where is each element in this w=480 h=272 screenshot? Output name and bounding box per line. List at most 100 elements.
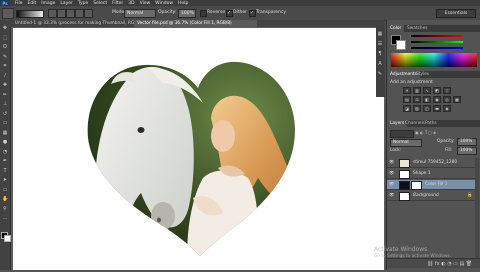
- menu-help[interactable]: Help: [178, 1, 188, 6]
- hue-saturation-icon[interactable]: ▤: [403, 96, 411, 103]
- eyedropper-tool-icon[interactable]: ⁄: [2, 73, 8, 79]
- gradient-picker[interactable]: [16, 10, 44, 18]
- menu-filter[interactable]: Filter: [112, 1, 123, 6]
- type-tool-icon[interactable]: T: [2, 168, 8, 174]
- options-bar: Mode: Normal Opacity: 100% Reverse Dithe…: [0, 6, 480, 21]
- selective-color-icon[interactable]: ◈: [443, 105, 451, 112]
- gradient-map-icon[interactable]: ▬: [433, 105, 441, 112]
- exposure-icon[interactable]: ◩: [433, 87, 441, 94]
- radial-gradient-button[interactable]: [57, 9, 66, 18]
- zoom-tool-icon[interactable]: ⚲: [2, 206, 8, 212]
- red-slider[interactable]: [411, 35, 463, 37]
- tab-paths[interactable]: Paths: [422, 120, 440, 127]
- channel-mixer-icon[interactable]: ◎: [443, 96, 451, 103]
- opacity-field[interactable]: 100%: [178, 9, 196, 18]
- reflected-gradient-button[interactable]: [75, 9, 84, 18]
- hand-tool-icon[interactable]: ✋: [2, 196, 8, 202]
- more-tools-icon[interactable]: …: [2, 215, 8, 221]
- menu-view[interactable]: View: [140, 1, 151, 6]
- blend-mode-select[interactable]: Normal: [390, 139, 422, 147]
- layer-row[interactable]: 👁 Background 🔒: [387, 191, 479, 201]
- properties-icon[interactable]: ☰: [377, 41, 383, 47]
- tab-styles[interactable]: Styles: [413, 71, 432, 78]
- photo-filter-icon[interactable]: ◉: [433, 96, 441, 103]
- menu-file[interactable]: File: [15, 1, 23, 6]
- pen-tool-icon[interactable]: ✒: [2, 158, 8, 164]
- blur-tool-icon[interactable]: ●: [2, 139, 8, 145]
- paragraph-icon[interactable]: ¶: [377, 51, 383, 57]
- color-spectrum[interactable]: [391, 53, 477, 67]
- workspace-switcher[interactable]: Essentials: [436, 9, 476, 18]
- threshold-icon[interactable]: ◫: [423, 105, 431, 112]
- layer-row[interactable]: 👁 Shape 1: [387, 169, 479, 179]
- move-tool-icon[interactable]: ✥: [2, 25, 8, 31]
- shape-tool-icon[interactable]: ▭: [2, 187, 8, 193]
- mode-select[interactable]: Normal: [124, 9, 156, 18]
- linear-gradient-button[interactable]: [48, 9, 57, 18]
- layer-row[interactable]: 👁 Color Fill 1: [387, 180, 479, 190]
- visibility-eye-icon[interactable]: 👁: [389, 182, 394, 186]
- fill-field[interactable]: 100%: [457, 147, 477, 155]
- menu-select[interactable]: Select: [93, 1, 107, 6]
- transparency-checkbox[interactable]: [249, 10, 256, 17]
- green-slider[interactable]: [411, 41, 463, 43]
- document-tab[interactable]: Untitled-1 @ 33.3% (process for making T…: [12, 20, 135, 27]
- vibrance-icon[interactable]: ▽: [443, 87, 451, 94]
- layer-opacity-field[interactable]: 100%: [457, 138, 477, 146]
- character-icon[interactable]: A: [377, 61, 383, 67]
- layer-name: stimul 759452_1280: [413, 160, 458, 165]
- crop-tool-icon[interactable]: ⌗: [2, 63, 8, 69]
- brush-tool-icon[interactable]: ✏: [2, 92, 8, 98]
- document-tab[interactable]: Vector file.psd @ 36.7% (Color Fill 1, R…: [134, 20, 257, 27]
- color-balance-icon[interactable]: ⚖: [413, 96, 421, 103]
- brightness-icon[interactable]: ☀: [403, 87, 411, 94]
- tab-swatches[interactable]: Swatches: [404, 25, 431, 32]
- black-white-icon[interactable]: ◧: [423, 96, 431, 103]
- menu-layer[interactable]: Layer: [60, 1, 73, 6]
- layer-row[interactable]: 👁 stimul 759452_1280: [387, 158, 479, 168]
- reverse-checkbox[interactable]: [200, 10, 207, 17]
- diamond-gradient-button[interactable]: [84, 9, 93, 18]
- layer-filter-icons[interactable]: ▣ ◐ T ◻ ◈: [415, 130, 455, 136]
- activation-subtitle: Go to Settings to activate Windows.: [374, 254, 451, 259]
- menu-window[interactable]: Window: [155, 1, 173, 6]
- toolbar-background-color[interactable]: [4, 235, 11, 242]
- quick-select-tool-icon[interactable]: ✎: [2, 54, 8, 60]
- visibility-eye-icon[interactable]: 👁: [389, 193, 394, 197]
- document-canvas[interactable]: [13, 28, 384, 270]
- gradient-tool-icon[interactable]: ▦: [2, 130, 8, 136]
- brush-settings-icon[interactable]: ✎: [377, 71, 383, 77]
- menu-type[interactable]: Type: [78, 1, 88, 6]
- menu-edit[interactable]: Edit: [28, 1, 37, 6]
- dither-checkbox[interactable]: [226, 10, 233, 17]
- invert-icon[interactable]: ◪: [403, 105, 411, 112]
- layer-thumbnail: [399, 159, 410, 168]
- layer-thumbnail: [399, 181, 410, 190]
- dodge-tool-icon[interactable]: ◔: [2, 149, 8, 155]
- clone-stamp-icon[interactable]: ⊥: [2, 101, 8, 107]
- path-select-icon[interactable]: ➤: [2, 177, 8, 183]
- menu-image[interactable]: Image: [41, 1, 55, 6]
- background-color-swatch[interactable]: [396, 40, 406, 50]
- layer-filter-select[interactable]: [390, 130, 414, 138]
- eraser-tool-icon[interactable]: ▭: [2, 120, 8, 126]
- healing-brush-icon[interactable]: ✚: [2, 82, 8, 88]
- curves-icon[interactable]: ∿: [423, 87, 431, 94]
- menu-3d[interactable]: 3D: [128, 1, 134, 6]
- marquee-tool-icon[interactable]: ⬚: [2, 35, 8, 41]
- tab-color[interactable]: Color: [387, 25, 405, 32]
- layers-scrollbar[interactable]: [475, 158, 479, 258]
- tool-preset-picker[interactable]: [2, 8, 14, 19]
- posterize-icon[interactable]: ▨: [413, 105, 421, 112]
- angle-gradient-button[interactable]: [66, 9, 75, 18]
- history-brush-icon[interactable]: ↺: [2, 111, 8, 117]
- lasso-tool-icon[interactable]: ʘ: [2, 44, 8, 50]
- color-lookup-icon[interactable]: ▦: [453, 96, 461, 103]
- blue-slider[interactable]: [411, 47, 463, 49]
- activation-watermark: Activate Windows Go to Settings to activ…: [374, 246, 451, 260]
- visibility-eye-icon[interactable]: 👁: [389, 160, 394, 164]
- levels-icon[interactable]: ▥: [413, 87, 421, 94]
- history-icon[interactable]: ▦: [377, 31, 383, 37]
- layers-panel-tabs: Layers Channels Paths: [387, 120, 480, 127]
- visibility-eye-icon[interactable]: 👁: [389, 171, 394, 175]
